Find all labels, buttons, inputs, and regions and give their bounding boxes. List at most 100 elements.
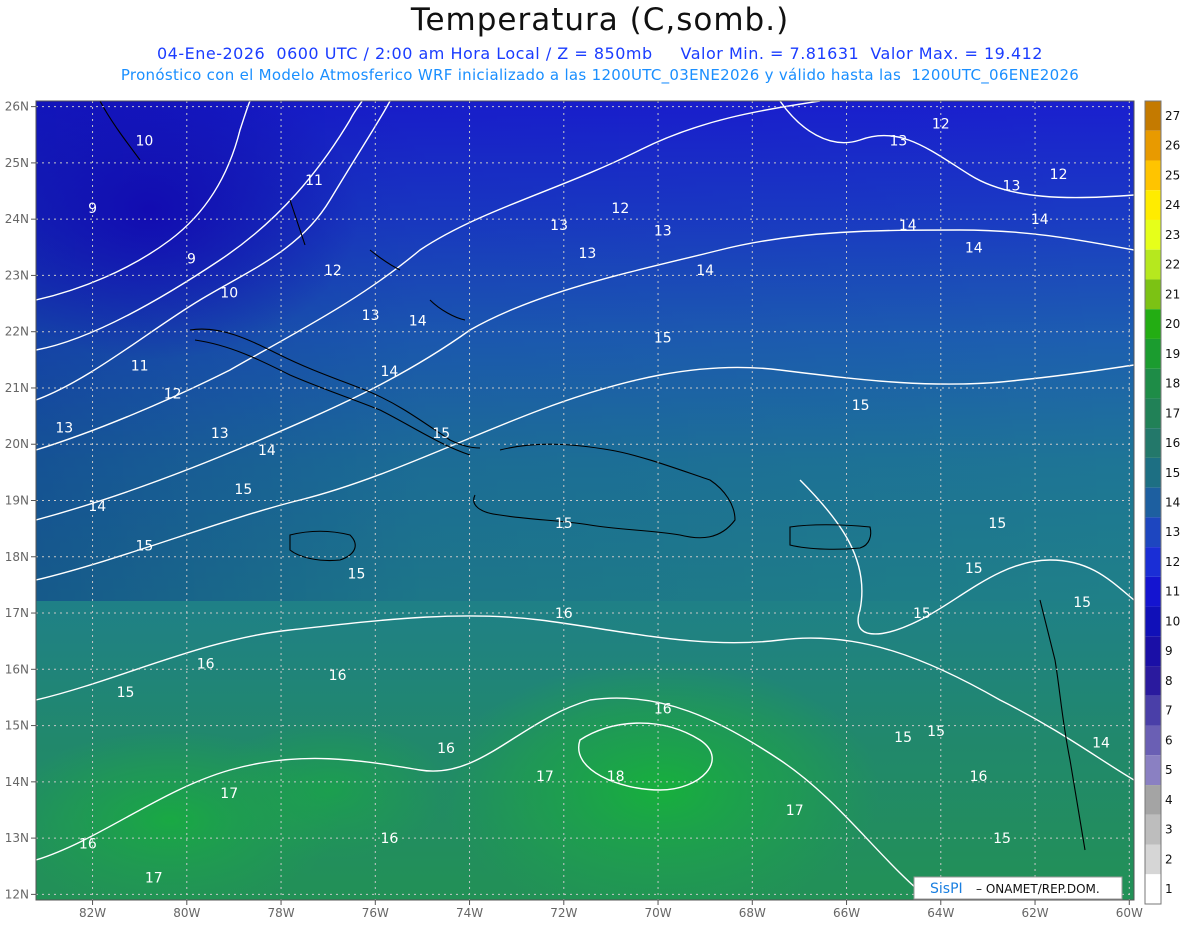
contour-label: 15 — [234, 482, 252, 498]
lon-label-60W: 60W — [1116, 906, 1143, 920]
colorbar-swatch — [1145, 130, 1161, 161]
temperature-map: 109910111213111213 1314141415131312131415… — [5, 100, 1181, 920]
colorbar-swatch — [1145, 636, 1161, 667]
contour-label: 13 — [55, 420, 73, 436]
colorbar-label: 6 — [1165, 733, 1173, 747]
contour-label: 16 — [654, 702, 672, 718]
contour-label: 14 — [1031, 212, 1049, 228]
colorbar-swatch — [1145, 279, 1161, 310]
colorbar-swatch — [1145, 695, 1161, 726]
contour-label: 15 — [654, 330, 672, 346]
colorbar-swatch — [1145, 428, 1161, 458]
contour-label: 14 — [899, 218, 917, 234]
watermark-text: – ONAMET/REP.DOM. — [976, 882, 1100, 896]
colorbar-swatch — [1145, 219, 1161, 250]
colorbar-label: 3 — [1165, 823, 1173, 837]
colorbar-swatch — [1145, 190, 1161, 220]
colorbar-swatch — [1145, 368, 1161, 399]
colorbar-swatch — [1145, 785, 1161, 815]
colorbar-label: 18 — [1165, 377, 1180, 391]
contour-label: 9 — [187, 252, 196, 268]
contour-label: 11 — [131, 358, 149, 374]
contour-label: 14 — [258, 443, 276, 459]
colorbar-label: 9 — [1165, 644, 1173, 658]
colorbar-label: 16 — [1165, 436, 1180, 450]
colorbar-label: 21 — [1165, 287, 1180, 301]
contour-label: 16 — [79, 837, 97, 853]
contour-label: 15 — [135, 539, 153, 555]
contour-label: 14 — [1092, 735, 1110, 751]
colorbar-label: 14 — [1165, 496, 1180, 510]
contour-label: 15 — [913, 606, 931, 622]
colorbar-swatch — [1145, 755, 1161, 786]
colorbar-swatch — [1145, 249, 1161, 280]
colorbar-swatch — [1145, 576, 1161, 607]
colorbar-swatch — [1145, 666, 1161, 696]
lon-label-70W: 70W — [644, 906, 671, 920]
colorbar-label: 1 — [1165, 882, 1173, 896]
contour-label: 16 — [197, 657, 215, 673]
colorbar-label: 24 — [1165, 198, 1180, 212]
lon-label-62W: 62W — [1021, 906, 1048, 920]
colorbar-swatch — [1145, 487, 1161, 518]
contour-label: 17 — [536, 769, 554, 785]
lat-label-21N: 21N — [5, 381, 29, 395]
colorbar-label: 20 — [1165, 317, 1180, 331]
contour-label: 15 — [894, 730, 912, 746]
contour-label: 17 — [220, 786, 238, 802]
lat-label-12N: 12N — [5, 887, 29, 901]
colorbar-swatch — [1145, 725, 1161, 756]
contour-label: 18 — [607, 769, 625, 785]
contour-label: 15 — [432, 426, 450, 442]
colorbar-swatch — [1145, 874, 1161, 904]
lon-label-68W: 68W — [739, 906, 766, 920]
lon-label-76W: 76W — [362, 906, 389, 920]
lon-label-64W: 64W — [927, 906, 954, 920]
contour-label: 15 — [927, 724, 945, 740]
contour-label: 15 — [852, 398, 870, 414]
latitude-labels: 26N 25N 24N 23N 22N 21N 20N 19N 18N 17N 16N 15N 14N 1… — [5, 100, 36, 901]
lat-label-13N: 13N — [5, 831, 29, 845]
contour-label: 16 — [381, 831, 399, 847]
lat-label-17N: 17N — [5, 606, 29, 620]
contour-label: 13 — [550, 218, 568, 234]
contour-label: 14 — [381, 364, 399, 380]
colorbar-label: 8 — [1165, 674, 1173, 688]
contour-label: 13 — [362, 308, 380, 324]
contour-label: 13 — [211, 426, 229, 442]
lat-label-25N: 25N — [5, 156, 29, 170]
contour-label: 14 — [409, 313, 427, 329]
colorbar-label: 15 — [1165, 466, 1180, 480]
contour-label: 15 — [965, 561, 983, 577]
watermark: SisPI – ONAMET/REP.DOM. — [913, 876, 1123, 900]
lon-label-82W: 82W — [79, 906, 106, 920]
lat-label-20N: 20N — [5, 437, 29, 451]
contour-label: 14 — [696, 263, 714, 279]
colorbar-label: 4 — [1165, 793, 1173, 807]
lat-label-14N: 14N — [5, 775, 29, 789]
contour-label: 12 — [611, 201, 629, 217]
colorbar-swatch — [1145, 398, 1161, 429]
colorbar-label: 22 — [1165, 258, 1180, 272]
lat-label-24N: 24N — [5, 212, 29, 226]
colorbar-label: 2 — [1165, 852, 1173, 866]
colorbar-label: 23 — [1165, 228, 1180, 242]
lat-label-19N: 19N — [5, 494, 29, 508]
colorbar-swatch — [1145, 101, 1161, 131]
colorbar-swatch — [1145, 160, 1161, 191]
contour-label: 10 — [135, 133, 153, 149]
contour-label: 15 — [348, 567, 366, 583]
lon-label-78W: 78W — [267, 906, 294, 920]
contour-label: 16 — [329, 668, 347, 684]
colorbar-label: 27 — [1165, 109, 1180, 123]
contour-label: 17 — [786, 803, 804, 819]
colorbar-swatch — [1145, 517, 1161, 548]
colorbar-swatch — [1145, 338, 1161, 369]
longitude-labels: 82W 80W 78W 76W 74W 72W 70W 68W 66W 64W 62W 60W — [79, 900, 1143, 920]
lat-label-26N: 26N — [5, 100, 29, 114]
lon-label-66W: 66W — [833, 906, 860, 920]
warm-core-mid — [210, 720, 450, 860]
contour-label: 10 — [220, 285, 238, 301]
colorbar-label: 26 — [1165, 139, 1180, 153]
contour-label: 16 — [970, 769, 988, 785]
